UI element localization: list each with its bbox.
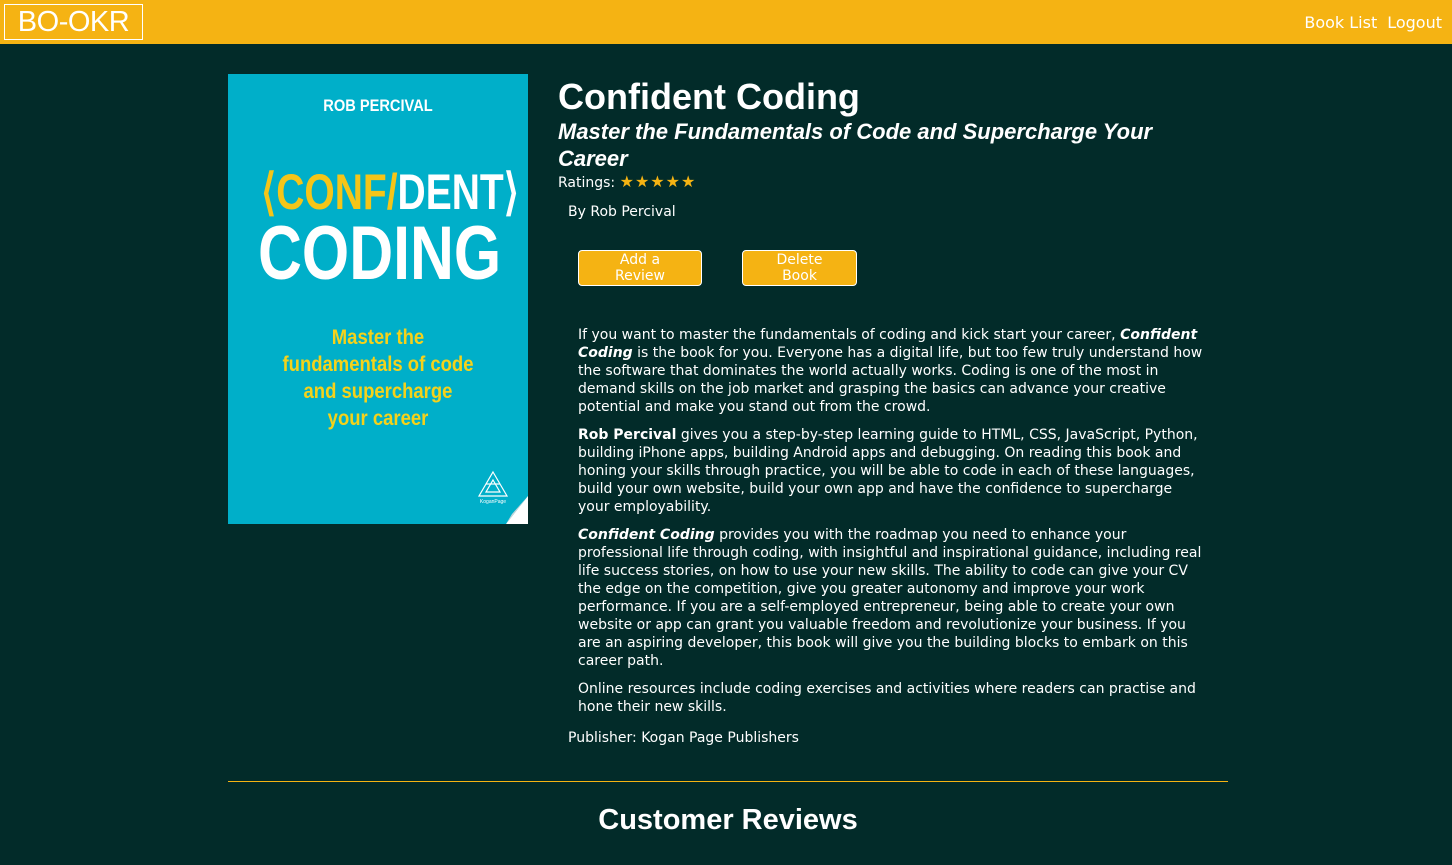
nav-link-book-list[interactable]: Book List — [1304, 13, 1377, 32]
book-description: If you want to master the fundamentals o… — [578, 326, 1208, 726]
cover-title-line2: CODING — [258, 211, 502, 296]
brand-logo[interactable]: BO-OKR — [4, 4, 143, 40]
svg-text:KoganPage: KoganPage — [480, 499, 506, 505]
delete-book-button[interactable]: Delete Book — [742, 250, 857, 286]
star-rating-icon: ★★★★★ — [619, 172, 697, 191]
ratings-label: Ratings: — [558, 175, 616, 191]
description-paragraph: Online resources include coding exercise… — [578, 681, 1196, 715]
description-paragraph: If you want to master the fundamentals o… — [578, 327, 1203, 415]
nav-links: Book List Logout — [1304, 0, 1442, 44]
book-subtitle: Master the Fundamentals of Code and Supe… — [558, 119, 1153, 171]
publisher-logo-icon: KoganPage — [477, 470, 509, 505]
description-paragraph: Rob Percival gives you a step-by-step le… — [578, 427, 1198, 515]
cover-author: ROB PERCIVAL — [323, 96, 433, 115]
book-cover-image: ROB PERCIVAL ⟨CONF/DENT⟩ CODING Master t… — [228, 74, 528, 524]
navbar: BO-OKR Book List Logout — [0, 0, 1452, 44]
section-divider — [228, 781, 1228, 782]
customer-reviews-heading: Customer Reviews — [598, 804, 858, 836]
book-publisher: Publisher: Kogan Page Publishers — [568, 730, 799, 746]
cover-subtitle: Master the fundamentals of code and supe… — [282, 326, 474, 430]
page-curl-icon — [506, 496, 528, 524]
add-review-button[interactable]: Add a Review — [578, 250, 702, 286]
description-paragraph: Confident Coding provides you with the r… — [578, 527, 1202, 669]
nav-link-logout[interactable]: Logout — [1387, 13, 1442, 32]
ratings: Ratings: ★★★★★ — [558, 172, 696, 193]
book-title: Confident Coding — [558, 76, 860, 117]
book-author: By Rob Percival — [568, 204, 676, 220]
